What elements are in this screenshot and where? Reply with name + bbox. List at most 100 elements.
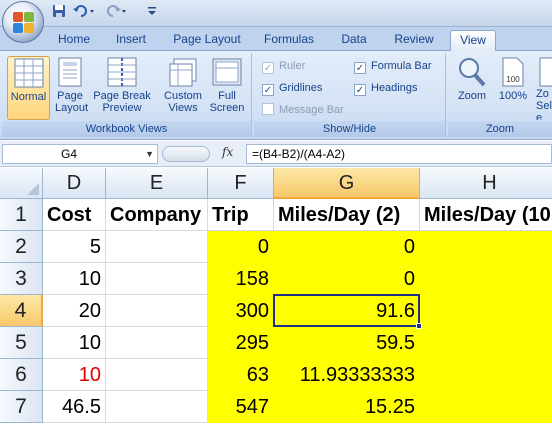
cell-f6[interactable]: 63	[208, 359, 274, 391]
column-header-e[interactable]: E	[106, 168, 208, 199]
save-icon[interactable]	[50, 4, 68, 22]
cell-f2[interactable]: 0	[208, 231, 274, 263]
cell-h4[interactable]	[420, 295, 552, 327]
show-hide-group-label: Show/Hide	[254, 121, 445, 137]
row-header-1[interactable]: 1	[0, 199, 43, 231]
column-header-g[interactable]: G	[274, 168, 420, 199]
group-zoom: Zoom 100 100% Zo Sele Zoom	[448, 53, 552, 137]
cell-e5[interactable]	[106, 327, 208, 359]
page-break-preview-label: Page Break Preview	[93, 90, 151, 114]
select-all-icon	[27, 183, 39, 195]
headings-label: Headings	[371, 82, 418, 94]
formula-bar-checkbox[interactable]: ✓ Formula Bar	[354, 58, 432, 74]
ribbon-tabs: Home Insert Page Layout Formulas Data Re…	[0, 27, 552, 51]
tab-formulas[interactable]: Formulas	[258, 30, 320, 51]
normal-view-button[interactable]: Normal	[7, 56, 50, 120]
cell-d3[interactable]: 10	[43, 263, 106, 295]
cell-g6[interactable]: 11.93333333	[274, 359, 420, 391]
custom-views-label: Custom Views	[164, 90, 202, 114]
cell-f3[interactable]: 158	[208, 263, 274, 295]
cell-d6[interactable]: 10	[43, 359, 106, 391]
formula-bar-check-icon: ✓	[354, 62, 366, 74]
row-header-6[interactable]: 6	[0, 359, 43, 391]
cell-e2[interactable]	[106, 231, 208, 263]
normal-view-icon	[14, 58, 43, 88]
tab-home[interactable]: Home	[52, 30, 96, 51]
row-header-3[interactable]: 3	[0, 263, 43, 295]
zoom-to-selection-button[interactable]: Zo Sele	[536, 56, 552, 120]
cell-h3[interactable]	[420, 263, 552, 295]
row-header-4[interactable]: 4	[0, 295, 43, 327]
message-bar-check-icon	[262, 103, 274, 115]
page-layout-view-button[interactable]: Page Layout	[52, 56, 88, 120]
tab-page-layout[interactable]: Page Layout	[170, 30, 244, 51]
zoom-100-label: 100%	[498, 90, 528, 102]
cell-h7[interactable]	[420, 391, 552, 423]
cell-h2[interactable]	[420, 231, 552, 263]
column-header-f[interactable]: F	[208, 168, 274, 199]
select-all-corner[interactable]	[0, 168, 43, 199]
cell-f5[interactable]: 295	[208, 327, 274, 359]
cell-d4[interactable]: 20	[43, 295, 106, 327]
page-layout-view-label: Page Layout	[55, 90, 89, 114]
zoom-button[interactable]: Zoom	[452, 56, 492, 120]
cell-e7[interactable]	[106, 391, 208, 423]
fill-handle[interactable]	[416, 323, 422, 329]
row-header-7[interactable]: 7	[0, 391, 43, 423]
full-screen-button[interactable]: Full Screen	[206, 56, 248, 120]
chevron-down-icon[interactable]: ▼	[145, 145, 154, 163]
cell-h6[interactable]	[420, 359, 552, 391]
formula-bar-resize-handle[interactable]	[162, 146, 210, 162]
cell-e1[interactable]: Company	[106, 199, 208, 231]
magnifier-icon	[459, 58, 486, 87]
column-header-d[interactable]: D	[43, 168, 106, 199]
gridlines-check-icon: ✓	[262, 84, 274, 96]
row-header-5[interactable]: 5	[0, 327, 43, 359]
tab-insert[interactable]: Insert	[108, 30, 154, 51]
column-header-h[interactable]: H	[420, 168, 552, 199]
tab-review[interactable]: Review	[388, 30, 440, 51]
headings-checkbox[interactable]: ✓ Headings	[354, 80, 417, 96]
cell-g2[interactable]: 0	[274, 231, 420, 263]
message-bar-checkbox[interactable]: Message Bar	[262, 102, 344, 118]
zoom-100-button[interactable]: 100 100%	[494, 56, 532, 120]
page-break-preview-button[interactable]: Page Break Preview	[90, 56, 154, 120]
tab-view[interactable]: View	[450, 30, 496, 51]
formula-input[interactable]: =(B4-B2)/(A4-A2)	[246, 144, 552, 164]
cell-g7[interactable]: 15.25	[274, 391, 420, 423]
cell-h1[interactable]: Miles/Day (10	[420, 199, 552, 231]
cell-g1[interactable]: Miles/Day (2)	[274, 199, 420, 231]
zoom-100-icon: 100	[502, 57, 524, 87]
page-layout-icon	[58, 57, 82, 87]
group-workbook-views: Normal Page Layout Page Break Preview Cu…	[2, 53, 252, 137]
custom-views-button[interactable]: Custom Views	[160, 56, 206, 120]
cell-d2[interactable]: 5	[43, 231, 106, 263]
cell-f4[interactable]: 300	[208, 295, 274, 327]
tab-data[interactable]: Data	[334, 30, 374, 51]
undo-icon[interactable]	[72, 4, 98, 22]
full-screen-icon	[212, 58, 242, 86]
zoom-group-label: Zoom	[448, 121, 552, 137]
customize-icon[interactable]	[146, 4, 158, 22]
cell-f1[interactable]: Trip	[208, 199, 274, 231]
cell-e6[interactable]	[106, 359, 208, 391]
cell-h5[interactable]	[420, 327, 552, 359]
ruler-checkbox[interactable]: ✓ Ruler	[262, 58, 305, 74]
redo-icon[interactable]	[104, 4, 130, 22]
gridlines-checkbox[interactable]: ✓ Gridlines	[262, 80, 322, 96]
cell-d5[interactable]: 10	[43, 327, 106, 359]
cell-d7[interactable]: 46.5	[43, 391, 106, 423]
office-button[interactable]	[2, 1, 44, 43]
cell-e3[interactable]	[106, 263, 208, 295]
row-header-2[interactable]: 2	[0, 231, 43, 263]
cell-e4[interactable]	[106, 295, 208, 327]
cell-g3[interactable]: 0	[274, 263, 420, 295]
insert-function-icon[interactable]: fx	[222, 145, 233, 159]
group-show-hide: ✓ Ruler ✓ Gridlines Message Bar ✓ Formula B…	[254, 53, 446, 137]
cell-d1[interactable]: Cost	[43, 199, 106, 231]
ruler-check-icon: ✓	[262, 62, 274, 74]
cell-g4[interactable]: 91.6	[274, 295, 420, 327]
name-box[interactable]: G4 ▼	[2, 144, 158, 164]
cell-g5[interactable]: 59.5	[274, 327, 420, 359]
cell-f7[interactable]: 547	[208, 391, 274, 423]
